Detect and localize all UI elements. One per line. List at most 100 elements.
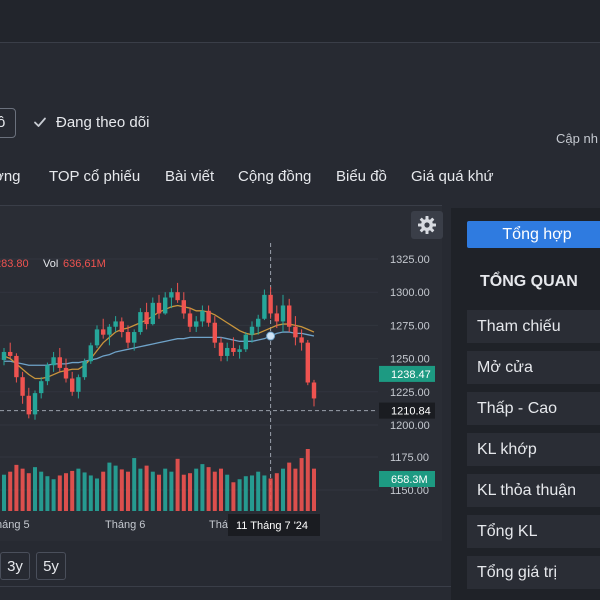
- range-5y-button[interactable]: 5y: [36, 552, 66, 580]
- volume-bar: [194, 468, 199, 511]
- volume-bar: [113, 465, 118, 511]
- update-time-text: Cập nh: [556, 131, 598, 146]
- volume-bar: [200, 464, 205, 511]
- volume-bar: [150, 471, 155, 511]
- crosshair-point: [266, 331, 276, 341]
- top-bar: [0, 0, 600, 43]
- stat-row-reference: Tham chiếu: [467, 310, 600, 343]
- candle-body: [94, 329, 100, 346]
- follow-button-label: Đang theo dõi: [56, 113, 150, 131]
- tab-community[interactable]: Cộng đồng: [238, 168, 311, 185]
- candle-body: [63, 367, 69, 379]
- candle-body: [125, 332, 131, 343]
- candle-body: [88, 345, 93, 362]
- volume-bar: [163, 468, 168, 511]
- volume-bar: [206, 467, 211, 511]
- candle-body: [163, 297, 168, 314]
- y-tick-label: 1325.00: [390, 254, 430, 266]
- candle-body: [26, 395, 31, 415]
- candle-body: [280, 305, 286, 322]
- volume-bar: [132, 458, 137, 511]
- volume-bar: [250, 475, 254, 511]
- tab-articles[interactable]: Bài viết: [165, 168, 214, 185]
- price-chart[interactable]: 283.80 Vol 636,61M 1325.00 1300.00 1275.00…: [0, 205, 442, 540]
- divider: [0, 586, 451, 587]
- stat-label: Tham chiếu: [477, 318, 561, 335]
- volume-bar: [169, 471, 174, 511]
- volume-bar: [138, 468, 143, 511]
- volume-bar: [299, 458, 304, 511]
- volume-bar: [119, 469, 124, 511]
- y-tick-label: 1300.00: [390, 287, 430, 299]
- y-tick-label: 1225.00: [390, 387, 430, 399]
- volume-bar: [20, 468, 25, 511]
- candle-body: [305, 342, 310, 383]
- candle-body: [212, 322, 217, 343]
- volume-bar: [2, 474, 6, 511]
- volume-bar: [45, 476, 50, 511]
- volume-bar: [175, 458, 180, 511]
- chart-settings-button[interactable]: [411, 211, 443, 239]
- tab-market[interactable]: ờng: [0, 168, 21, 185]
- volume-bar: [157, 474, 161, 511]
- volume-bar: [243, 476, 248, 511]
- overview-title: TỔNG QUAN: [480, 273, 578, 290]
- y-tick-label: 1250.00: [390, 354, 430, 366]
- volume-bar: [231, 482, 236, 511]
- x-axis-label: háng 5: [0, 519, 30, 531]
- volume-bar: [281, 468, 285, 511]
- candle-body: [231, 347, 236, 352]
- range-3y-button[interactable]: 3y: [0, 552, 30, 580]
- volume-bar: [39, 471, 44, 511]
- volume-bar: [88, 475, 93, 511]
- candle-body: [287, 305, 292, 327]
- tab-top-stocks[interactable]: TOP cổ phiếu: [49, 168, 140, 185]
- candle-body: [194, 321, 199, 327]
- candle-body: [51, 357, 56, 366]
- legend-price: 283.80: [0, 258, 29, 270]
- prev-button-label: ồ: [0, 114, 6, 131]
- volume-bar: [95, 478, 99, 511]
- candle-body: [150, 302, 155, 325]
- volume-bar: [237, 479, 242, 511]
- candle-body: [39, 381, 44, 394]
- summary-button-label: Tổng hợp: [502, 225, 572, 243]
- volume-bar: [181, 474, 186, 511]
- tab-chart[interactable]: Biểu đồ: [336, 168, 387, 185]
- range-3y-label: 3y: [7, 557, 23, 575]
- tab-bar: ờng TOP cổ phiếu Bài viết Cộng đồng Biểu…: [0, 160, 600, 196]
- volume-bar: [14, 464, 19, 511]
- candle-body: [8, 351, 13, 356]
- candle-body: [156, 302, 162, 314]
- candle-body: [293, 326, 298, 338]
- tab-price-history[interactable]: Giá quá khứ: [411, 168, 494, 185]
- range-5y-label: 5y: [43, 557, 59, 575]
- summary-button[interactable]: Tổng hợp: [467, 221, 600, 248]
- candle-body: [45, 365, 50, 382]
- follow-button[interactable]: Đang theo dõi: [33, 110, 149, 134]
- volume-bar: [293, 468, 298, 511]
- candle-body: [299, 337, 304, 343]
- prev-button[interactable]: ồ: [0, 108, 16, 138]
- candle-body: [32, 393, 38, 415]
- candle-body: [218, 342, 224, 356]
- candle-body: [311, 382, 317, 399]
- candle-body: [57, 357, 62, 368]
- candle-body: [274, 313, 279, 322]
- volume-bar: [144, 465, 149, 511]
- candle-body: [262, 294, 267, 319]
- candle-body: [243, 334, 248, 350]
- volume-bar: [219, 468, 223, 511]
- volume-bar: [225, 474, 230, 511]
- candle-body: [268, 294, 273, 314]
- stat-row-matched-volume: KL khớp: [467, 433, 600, 466]
- follow-row: ồ Đang theo dõi: [0, 105, 600, 139]
- candle-body: [107, 326, 112, 335]
- candle-body: [200, 310, 205, 322]
- y-tick-label: 1275.00: [390, 320, 430, 332]
- volume-bar: [274, 473, 279, 511]
- volume-bar: [51, 479, 56, 511]
- volume-bar: [188, 473, 192, 511]
- candle-body: [76, 377, 81, 392]
- volume-bar: [287, 462, 292, 511]
